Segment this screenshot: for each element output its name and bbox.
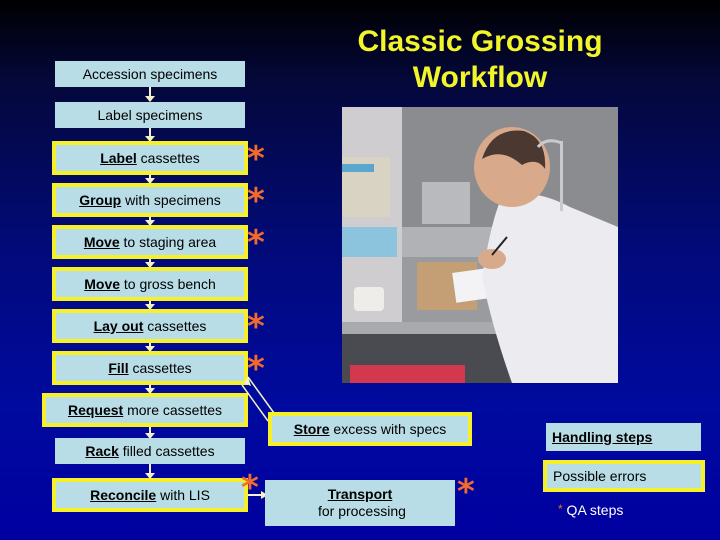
step-store-excess: Store excess with specs: [268, 412, 472, 446]
step-verb: Fill: [108, 359, 129, 376]
flow-arrow: [145, 343, 155, 352]
step-label: cassettes: [136, 149, 200, 166]
step-verb: Group: [79, 191, 122, 208]
qa-star: *: [247, 223, 265, 263]
step-verb: Label: [100, 149, 137, 166]
step-label: to gross bench: [120, 275, 216, 292]
qa-star: *: [241, 468, 259, 508]
step-label: to staging area: [119, 233, 217, 250]
photo-illustration: [342, 107, 618, 383]
qa-star: *: [247, 349, 265, 389]
step-verb: Store: [293, 420, 330, 437]
step-verb: Request: [67, 401, 124, 418]
step-move-to-staging: Move to staging area: [52, 225, 248, 259]
legend-qa-label: QA steps: [562, 502, 624, 518]
step-request-more-cassettes: Request more cassettes: [42, 393, 248, 427]
step-verb: Lay out: [93, 317, 144, 334]
flow-arrow: [145, 175, 155, 184]
flow-arrow: [145, 217, 155, 226]
step-accession-specimens: Accession specimens: [55, 61, 245, 87]
step-verb: Move: [83, 233, 120, 250]
step-label: with LIS: [156, 486, 210, 503]
step-label: filled cassettes: [118, 442, 215, 459]
step-label: Accession specimens: [82, 65, 218, 82]
step-verb: Transport: [327, 486, 393, 503]
qa-star: *: [247, 181, 265, 221]
flow-arrow: [145, 464, 155, 479]
legend-errors-label: Possible errors: [553, 467, 647, 484]
qa-star: *: [247, 139, 265, 179]
step-verb: Reconcile: [90, 486, 157, 503]
step-label: Label specimens: [97, 106, 203, 123]
step-label: cassettes: [143, 317, 207, 334]
flow-arrow: [145, 87, 155, 102]
step-lay-out-cassettes: Lay out cassettes: [52, 309, 248, 343]
qa-star: *: [247, 307, 265, 347]
flow-arrow: [145, 301, 155, 310]
step-label-specimens: Label specimens: [55, 102, 245, 128]
step-move-to-gross-bench: Move to gross bench: [52, 267, 248, 301]
step-transport-for-processing: Transport for processing: [265, 480, 455, 526]
step-label-cassettes: Label cassettes: [52, 141, 248, 175]
qa-star: *: [457, 472, 475, 512]
step-reconcile-with-lis: Reconcile with LIS: [52, 478, 248, 512]
legend-handling-label: Handling steps: [552, 428, 653, 445]
step-group-with-specimens: Group with specimens: [52, 183, 248, 217]
step-label: more cassettes: [123, 401, 223, 418]
step-fill-cassettes: Fill cassettes: [52, 351, 248, 385]
step-label: cassettes: [128, 359, 192, 376]
flow-arrow: [145, 259, 155, 268]
step-rack-filled-cassettes: Rack filled cassettes: [55, 438, 245, 464]
flow-arrow: [145, 427, 155, 439]
step-verb: Rack: [85, 442, 119, 459]
step-label: excess with specs: [329, 420, 447, 437]
legend-possible-errors: Possible errors: [543, 460, 705, 492]
flow-arrow: [145, 385, 155, 394]
step-verb: Move: [84, 275, 121, 292]
flow-arrow: [145, 128, 155, 142]
step-label: with specimens: [121, 191, 221, 208]
legend-handling-steps: Handling steps: [546, 423, 701, 451]
grossing-photo: [342, 107, 618, 383]
slide-title: Classic Grossing Workflow: [357, 25, 603, 94]
legend-qa-steps: * QA steps: [558, 502, 623, 518]
step-label: for processing: [314, 503, 406, 519]
